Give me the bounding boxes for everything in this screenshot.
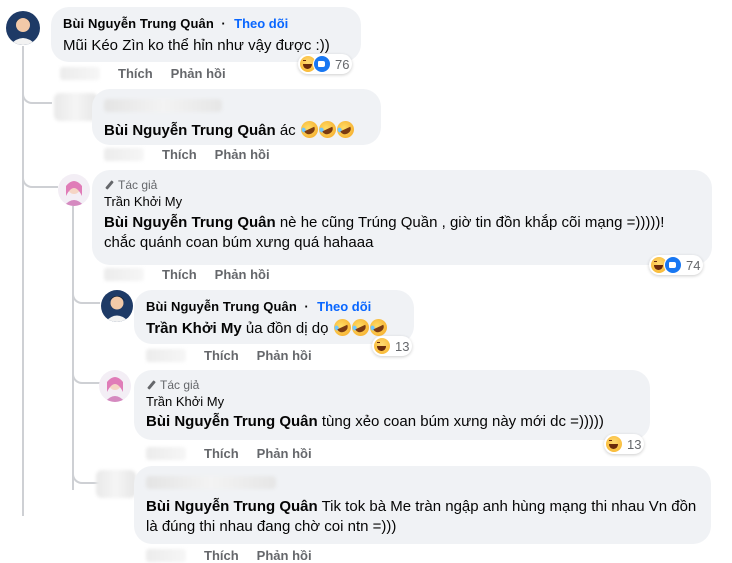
reply-button[interactable]: Phản hồi	[257, 446, 312, 461]
reply-button[interactable]: Phản hồi	[257, 348, 312, 363]
mention-link[interactable]: Bùi Nguyễn Trung Quân	[104, 122, 276, 139]
commenter-name[interactable]: Trần Khởi My	[104, 193, 700, 210]
rofl-emoji-icon	[298, 118, 321, 141]
avatar[interactable]	[101, 290, 133, 322]
like-button[interactable]: Thích	[204, 548, 239, 563]
like-button[interactable]: Thích	[162, 147, 197, 162]
commenter-name[interactable]	[146, 476, 276, 490]
haha-icon	[373, 337, 391, 355]
comment-actions: Thích Phản hồi	[146, 348, 312, 363]
commenter-name[interactable]: Bùi Nguyễn Trung Quân	[63, 16, 214, 31]
reaction-count: 76	[335, 56, 350, 72]
thread-line	[72, 360, 100, 384]
comment-bubble: Bùi Nguyễn Trung Quân · Theo dõi Trần Kh…	[134, 290, 414, 344]
separator-dot: ·	[304, 299, 309, 314]
like-icon	[313, 55, 331, 73]
like-button[interactable]: Thích	[204, 446, 239, 461]
reaction-summary[interactable]: 13	[604, 434, 645, 454]
follow-link[interactable]: Theo dõi	[317, 299, 371, 314]
haha-icon	[605, 435, 623, 453]
reaction-count: 13	[627, 436, 642, 452]
comment-text: ủa đồn dị dọ	[245, 320, 329, 337]
timestamp[interactable]	[60, 67, 100, 80]
mention-link[interactable]: Bùi Nguyễn Trung Quân	[104, 214, 276, 231]
comment-actions: Thích Phản hồi	[104, 267, 270, 282]
comment-bubble: Bùi Nguyễn Trung Quân Tik tok bà Me tràn…	[134, 466, 711, 544]
reply-button[interactable]: Phản hồi	[171, 66, 226, 81]
comment-actions: Thích Phản hồi	[146, 446, 312, 461]
comment-text: tùng xẻo coan búm xưng này mới dc =)))))	[321, 413, 604, 430]
comment-actions: Thích Phản hồi	[146, 548, 312, 563]
commenter-name[interactable]: Bùi Nguyễn Trung Quân	[146, 299, 297, 314]
timestamp[interactable]	[146, 549, 186, 562]
like-button[interactable]: Thích	[162, 267, 197, 282]
author-badge: Tác giả	[160, 378, 200, 392]
comment-text: ác	[279, 122, 296, 139]
comment-actions: Thích Phản hồi	[60, 66, 226, 81]
rofl-emoji-icon	[316, 118, 339, 141]
commenter-name[interactable]	[104, 99, 222, 113]
reaction-summary[interactable]: 74	[649, 255, 704, 275]
thread-line	[22, 160, 58, 188]
comment-actions: Thích Phản hồi	[104, 147, 270, 162]
rofl-emoji-icon	[334, 118, 357, 141]
comment-text: Mũi Kéo Zìn ko thể hỉn như vậy được :))	[63, 37, 330, 54]
avatar[interactable]	[58, 174, 90, 206]
separator-dot: ·	[221, 16, 226, 31]
avatar[interactable]	[6, 11, 40, 45]
reply-button[interactable]: Phản hồi	[215, 267, 270, 282]
reaction-count: 74	[686, 257, 701, 273]
thread-line	[72, 278, 100, 304]
avatar[interactable]	[99, 370, 131, 402]
comment-bubble: Tác giả Trần Khởi My Bùi Nguyễn Trung Qu…	[134, 370, 650, 440]
reaction-summary[interactable]: 76	[298, 54, 353, 74]
rofl-emoji-icon	[348, 316, 372, 339]
thread-line	[72, 204, 74, 490]
reply-button[interactable]: Phản hồi	[257, 548, 312, 563]
timestamp[interactable]	[104, 148, 144, 161]
thread-line	[22, 46, 24, 516]
timestamp[interactable]	[146, 349, 186, 362]
comment-bubble: Bùi Nguyễn Trung Quân ác	[92, 89, 381, 145]
mention-link[interactable]: Bùi Nguyễn Trung Quân	[146, 498, 318, 515]
mention-link[interactable]: Bùi Nguyễn Trung Quân	[146, 413, 318, 430]
like-button[interactable]: Thích	[204, 348, 239, 363]
like-icon	[664, 256, 682, 274]
author-badge: Tác giả	[118, 178, 158, 192]
pen-icon	[146, 380, 157, 391]
timestamp[interactable]	[104, 268, 144, 281]
reply-button[interactable]: Phản hồi	[215, 147, 270, 162]
timestamp[interactable]	[146, 447, 186, 460]
mention-link[interactable]: Trần Khởi My	[146, 320, 242, 337]
pen-icon	[104, 180, 115, 191]
follow-link[interactable]: Theo dõi	[234, 16, 288, 31]
commenter-name[interactable]: Trần Khởi My	[146, 393, 638, 410]
thread-line	[22, 70, 52, 104]
avatar[interactable]	[96, 470, 136, 498]
rofl-emoji-icon	[330, 316, 354, 339]
like-button[interactable]: Thích	[118, 66, 153, 81]
comment-bubble: Tác giả Trần Khởi My Bùi Nguyễn Trung Qu…	[92, 170, 712, 265]
reaction-summary[interactable]: 13	[372, 336, 413, 356]
reaction-count: 13	[395, 338, 410, 354]
